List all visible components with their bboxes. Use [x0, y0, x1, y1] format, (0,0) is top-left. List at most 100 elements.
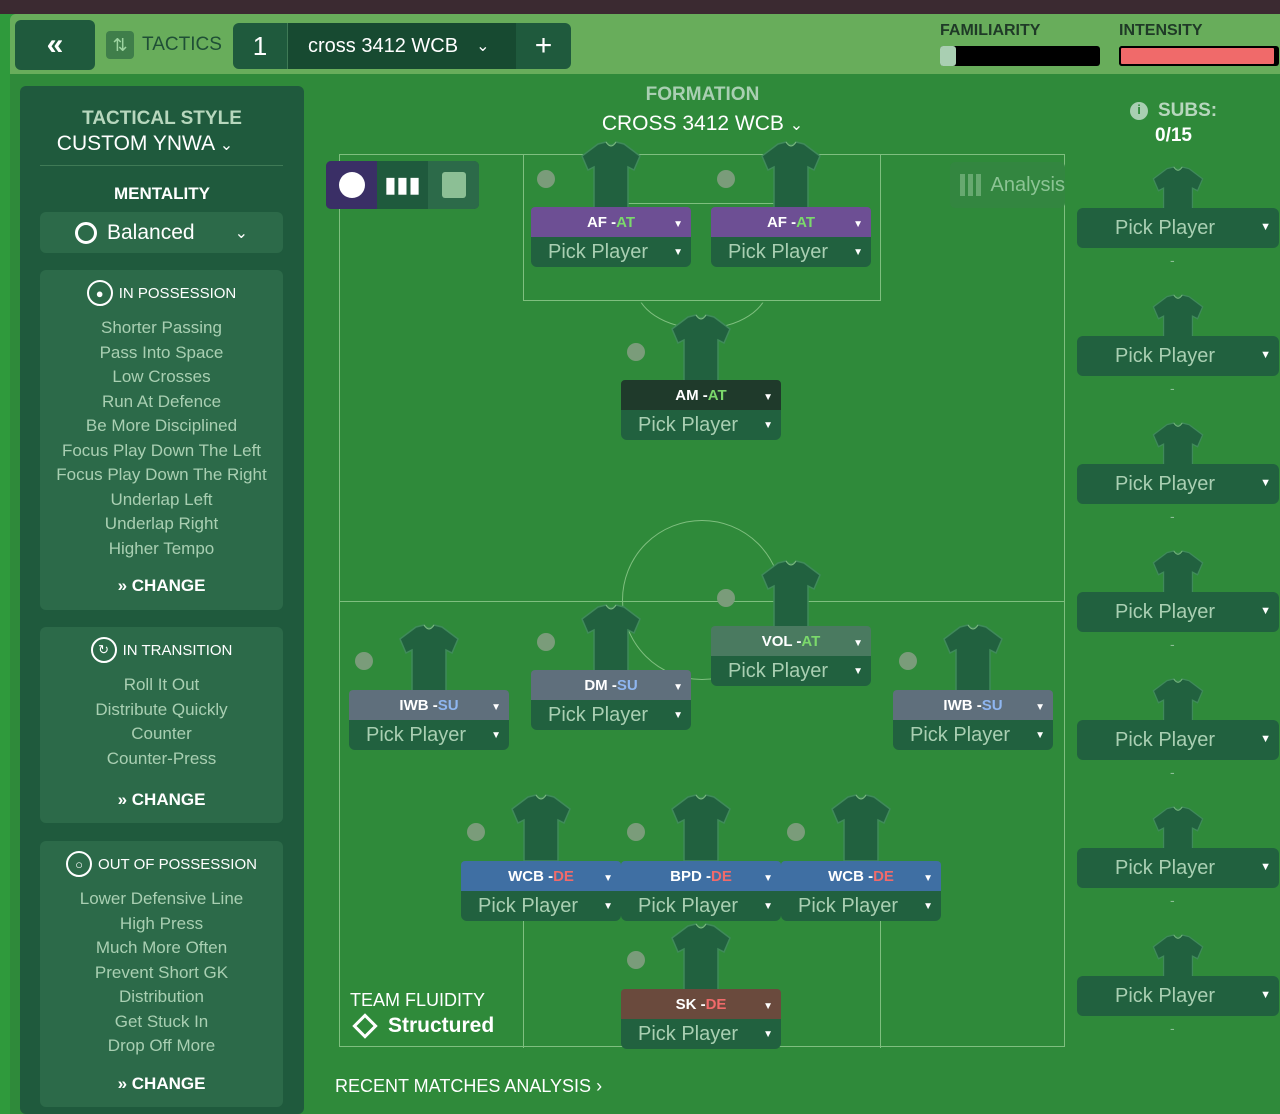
shirt-icon[interactable] [580, 140, 642, 210]
recent-matches-analysis-link[interactable]: RECENT MATCHES ANALYSIS › [335, 1076, 602, 1097]
transition-icon: ↻ [90, 637, 117, 663]
role-selector[interactable]: WCB - DE ▼ [461, 861, 621, 891]
pick-player-selector[interactable]: Pick Player ▼ [531, 237, 691, 267]
role-selector[interactable]: AF - AT ▼ [711, 207, 871, 237]
back-button[interactable]: « [15, 20, 95, 70]
in-transition-item: Distribute Quickly [95, 699, 228, 719]
pick-player-selector[interactable]: Pick Player ▼ [781, 891, 941, 921]
role-selector[interactable]: IWB - SU ▼ [349, 690, 509, 720]
formation-name: CROSS 3412 WCB [601, 112, 784, 135]
role-name: AM - [675, 386, 708, 404]
out-of-possession-item: Drop Off More [107, 1036, 216, 1055]
team-fluidity-heading: TEAM FLUIDITY [350, 990, 486, 1010]
pick-player-selector[interactable]: Pick Player ▼ [349, 720, 509, 750]
pick-player-selector[interactable]: Pick Player ▼ [621, 891, 781, 921]
out-of-possession-card: ○ OUT OF POSSESSION Lower Defensive Line H… [40, 841, 283, 1107]
instructions-view-button[interactable] [428, 161, 479, 209]
sub-slot[interactable]: Pick Player ▼ [1077, 336, 1279, 376]
caret-down-icon: ▼ [853, 247, 863, 258]
player-status-dot [787, 823, 805, 841]
pick-player-selector[interactable]: Pick Player ▼ [711, 237, 871, 267]
shirt-icon[interactable] [398, 623, 460, 693]
pick-player-selector[interactable]: Pick Player ▼ [621, 410, 781, 440]
sub-slot-placeholder: - [1170, 1020, 1175, 1036]
role-selector[interactable]: BPD - DE ▼ [621, 861, 781, 891]
shirt-icon[interactable] [670, 793, 732, 863]
tactical-style-dropdown[interactable]: CUSTOM YNWA ⌄ [20, 132, 270, 156]
role-name: AF - [586, 213, 617, 231]
familiarity-bar[interactable] [940, 46, 1100, 66]
mentality-dropdown[interactable]: Balanced ⌄ [40, 212, 283, 253]
in-transition-item: Roll It Out [123, 675, 200, 694]
in-possession-item: Focus Play Down The Right [56, 465, 267, 484]
tactics-menu[interactable]: ⇅ TACTICS [106, 28, 222, 62]
shirt-icon[interactable] [580, 603, 642, 673]
pick-player-selector[interactable]: Pick Player ▼ [893, 720, 1053, 750]
intensity-bar[interactable] [1119, 46, 1279, 66]
shirt-icon[interactable] [760, 559, 822, 629]
sub-slot[interactable]: Pick Player ▼ [1077, 208, 1279, 248]
pick-player-selector[interactable]: Pick Player ▼ [531, 700, 691, 730]
analysis-button[interactable]: Analysis [950, 162, 1065, 208]
tactic-name-dropdown[interactable]: cross 3412 WCB ⌄ [288, 23, 516, 69]
in-possession-change-button[interactable]: » CHANGE [40, 576, 283, 596]
shirt-icon[interactable] [670, 313, 732, 383]
duty-label: DE [711, 867, 732, 885]
double-chevron-right-icon: » [117, 1074, 128, 1093]
out-of-possession-list: Lower Defensive Line High Press Much More … [40, 887, 283, 1059]
pick-player-label: Pick Player [1115, 600, 1216, 623]
in-possession-card: ● IN POSSESSION Shorter Passing Pass Into … [40, 270, 283, 610]
shirt-icon[interactable] [510, 793, 572, 863]
out-of-possession-item: Lower Defensive Line [79, 889, 244, 908]
tactic-slot-number[interactable]: 1 [233, 23, 288, 69]
role-selector[interactable]: DM - SU ▼ [531, 670, 691, 700]
sub-slot[interactable]: Pick Player ▼ [1077, 720, 1279, 760]
out-of-possession-change-button[interactable]: » CHANGE [40, 1074, 283, 1094]
role-selector[interactable]: SK - DE ▼ [621, 989, 781, 1019]
in-transition-item: Counter [131, 724, 192, 743]
caret-down-icon: ▼ [1260, 605, 1271, 617]
pick-player-label: Pick Player [1115, 472, 1216, 495]
pick-player-selector[interactable]: Pick Player ▼ [711, 656, 871, 686]
role-selector[interactable]: IWB - SU ▼ [893, 690, 1053, 720]
shirt-icon[interactable] [942, 623, 1004, 693]
view-toggle-group: ▮▮▮ [326, 161, 479, 209]
in-transition-header: ↻ IN TRANSITION [40, 637, 283, 663]
subs-heading: i SUBS: [1130, 100, 1217, 122]
sub-slot[interactable]: Pick Player ▼ [1077, 976, 1279, 1016]
shirt-icon[interactable] [760, 140, 822, 210]
position-card-dm: DM - SU ▼ Pick Player ▼ [531, 670, 691, 730]
role-selector[interactable]: AF - AT ▼ [531, 207, 691, 237]
caret-down-icon: ▼ [763, 901, 773, 912]
role-name: IWB - [943, 696, 982, 714]
shirt-icon[interactable] [670, 922, 732, 992]
chevron-down-icon: ⌄ [789, 117, 804, 134]
sub-slot[interactable]: Pick Player ▼ [1077, 848, 1279, 888]
pick-player-label: Pick Player [548, 240, 649, 263]
player-view-button[interactable] [326, 161, 377, 209]
sub-slot-placeholder: - [1170, 252, 1175, 268]
person-icon [338, 172, 365, 198]
role-selector[interactable]: AM - AT ▼ [621, 380, 781, 410]
sub-slot[interactable]: Pick Player ▼ [1077, 592, 1279, 632]
pick-player-label: Pick Player [638, 413, 739, 436]
duty-label: SU [981, 696, 1003, 714]
in-transition-change-button[interactable]: » CHANGE [40, 790, 283, 810]
caret-down-icon: ▼ [763, 1029, 773, 1040]
pick-player-label: Pick Player [638, 894, 739, 917]
formation-dropdown[interactable]: CROSS 3412 WCB ⌄ [340, 112, 1065, 136]
position-card-iwb: IWB - SU ▼ Pick Player ▼ [349, 690, 509, 750]
sub-slot[interactable]: Pick Player ▼ [1077, 464, 1279, 504]
pick-player-selector[interactable]: Pick Player ▼ [621, 1019, 781, 1049]
sub-slot-placeholder: - [1170, 508, 1175, 524]
stats-view-button[interactable]: ▮▮▮ [377, 161, 428, 209]
shirt-icon[interactable] [830, 793, 892, 863]
add-tactic-button[interactable]: + [516, 23, 571, 69]
pick-player-selector[interactable]: Pick Player ▼ [461, 891, 621, 921]
role-selector[interactable]: VOL - AT ▼ [711, 626, 871, 656]
in-possession-item: Pass Into Space [99, 342, 224, 362]
caret-down-icon: ▼ [1260, 349, 1271, 361]
caret-down-icon: ▼ [603, 873, 613, 884]
team-fluidity-value[interactable]: Structured [352, 1013, 494, 1039]
role-selector[interactable]: WCB - DE ▼ [781, 861, 941, 891]
